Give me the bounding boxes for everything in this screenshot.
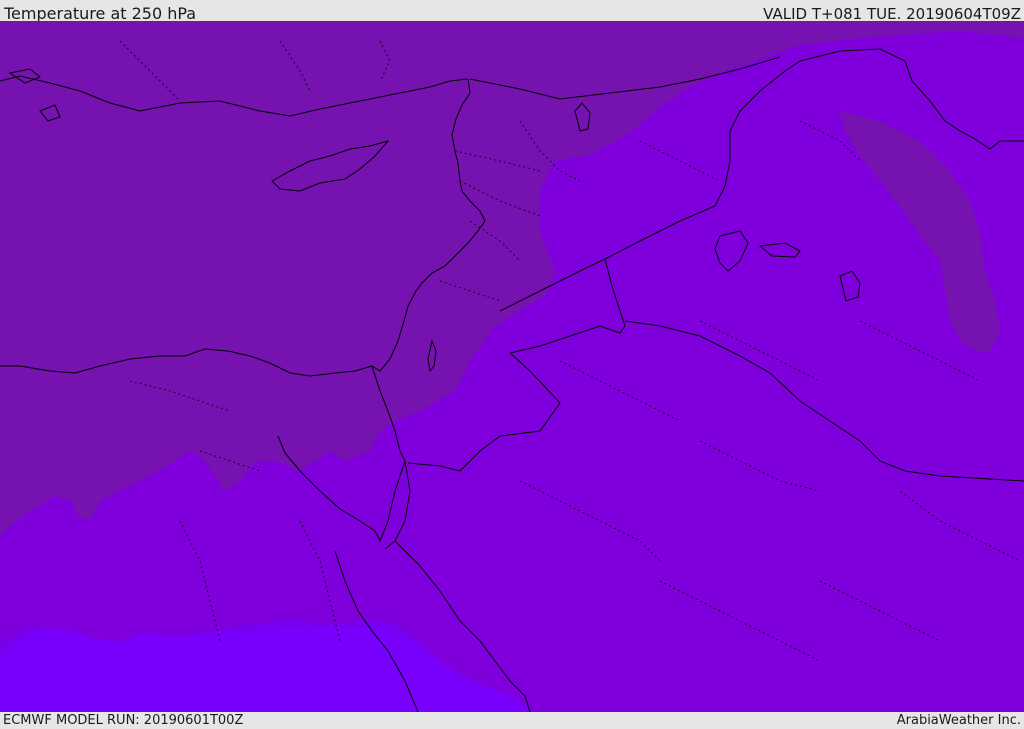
model-run-label: ECMWF MODEL RUN: 20190601T00Z — [3, 713, 244, 728]
map-canvas — [0, 21, 1024, 712]
credit-label: ArabiaWeather Inc. — [896, 713, 1021, 728]
bottom-bar: ECMWF MODEL RUN: 20190601T00Z ArabiaWeat… — [0, 712, 1024, 729]
weather-map[interactable] — [0, 21, 1024, 712]
top-bar: Temperature at 250 hPa VALID T+081 TUE. … — [0, 0, 1024, 23]
